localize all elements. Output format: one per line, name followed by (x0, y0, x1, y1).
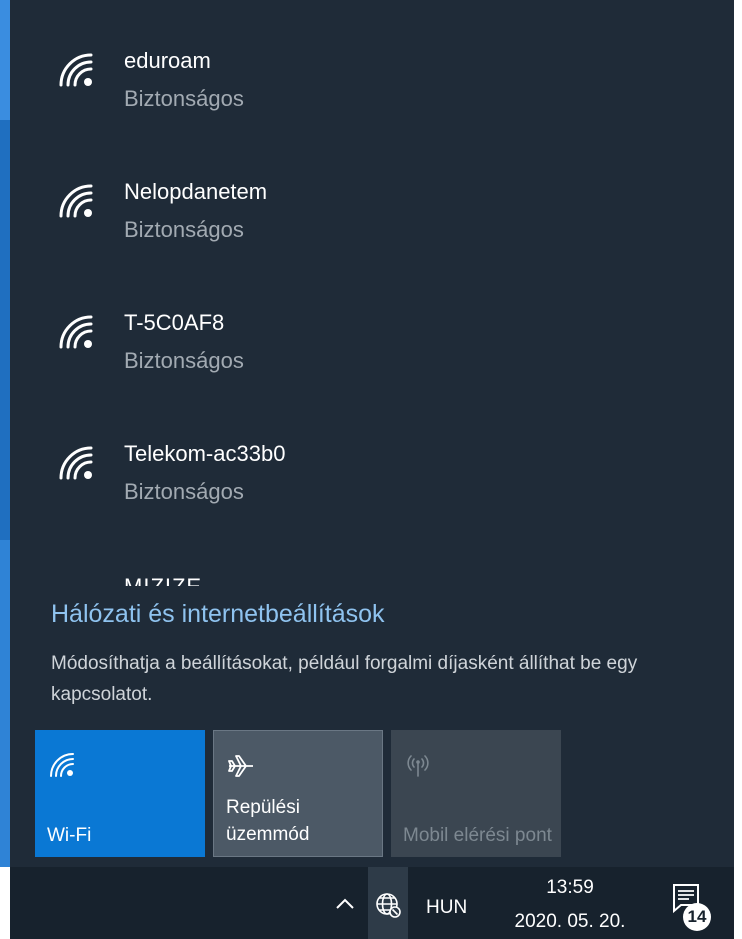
wifi-tile-label: Wi-Fi (47, 825, 92, 846)
screen-edge (734, 0, 742, 939)
network-name: Telekom-ac33b0 (124, 441, 286, 466)
network-name: eduroam (124, 48, 211, 73)
hotspot-tile-label: Mobil elérési pont (403, 825, 552, 846)
network-name: T-5C0AF8 (124, 310, 225, 335)
network-item-cut-off[interactable]: MIZIZE (124, 566, 264, 586)
action-center-button[interactable]: 14 (665, 875, 715, 935)
input-language-indicator[interactable]: HUN (426, 897, 467, 919)
desktop-background-strip (0, 0, 10, 867)
wifi-icon (50, 753, 74, 777)
network-tray-button[interactable] (368, 867, 408, 939)
network-item-nelopdanetem[interactable]: Nelopdanetem Biztonságos (10, 153, 734, 281)
network-name: Nelopdanetem (124, 179, 268, 204)
wifi-toggle-tile[interactable]: Wi-Fi (35, 730, 205, 857)
network-settings-link[interactable]: Hálózati és internetbeállítások (51, 600, 385, 629)
network-list: eduroam Biztonságos Nelopdanetem Biztons… (10, 0, 734, 586)
network-item-telekom[interactable]: Telekom-ac33b0 Biztonságos (10, 415, 734, 543)
airplane-tile-label: Repülési üzemmód (226, 797, 310, 845)
network-item-t-5c0af8[interactable]: T-5C0AF8 Biztonságos (10, 284, 734, 412)
hotspot-icon (407, 755, 429, 777)
network-flyout: eduroam Biztonságos Nelopdanetem Biztons… (10, 0, 734, 867)
wifi-signal-icon (59, 53, 93, 87)
wifi-signal-icon (59, 446, 93, 480)
notification-count-badge: 14 (683, 903, 711, 931)
network-settings-description: Módosíthatja a beállításokat, például fo… (51, 653, 638, 705)
network-status: Biztonságos (124, 86, 244, 111)
clock-time[interactable]: 13:59 (500, 877, 640, 899)
globe-icon (376, 893, 401, 918)
network-status: Biztonságos (124, 348, 244, 373)
network-status: Biztonságos (124, 479, 244, 504)
clock-date[interactable]: 2020. 05. 20. (500, 911, 640, 933)
wifi-signal-icon (59, 315, 93, 349)
mobile-hotspot-tile[interactable]: Mobil elérési pont (391, 730, 561, 857)
desktop-corner (0, 867, 10, 939)
show-hidden-icons-chevron-icon[interactable] (330, 889, 360, 919)
network-item-eduroam[interactable]: eduroam Biztonságos (10, 22, 734, 150)
wifi-signal-icon (59, 184, 93, 218)
airplane-mode-tile[interactable]: Repülési üzemmód (213, 730, 383, 857)
airplane-icon (228, 755, 253, 777)
taskbar: HUN 13:59 2020. 05. 20. 14 (10, 867, 734, 939)
network-name: MIZIZE (124, 574, 202, 586)
network-status: Biztonságos (124, 217, 244, 242)
